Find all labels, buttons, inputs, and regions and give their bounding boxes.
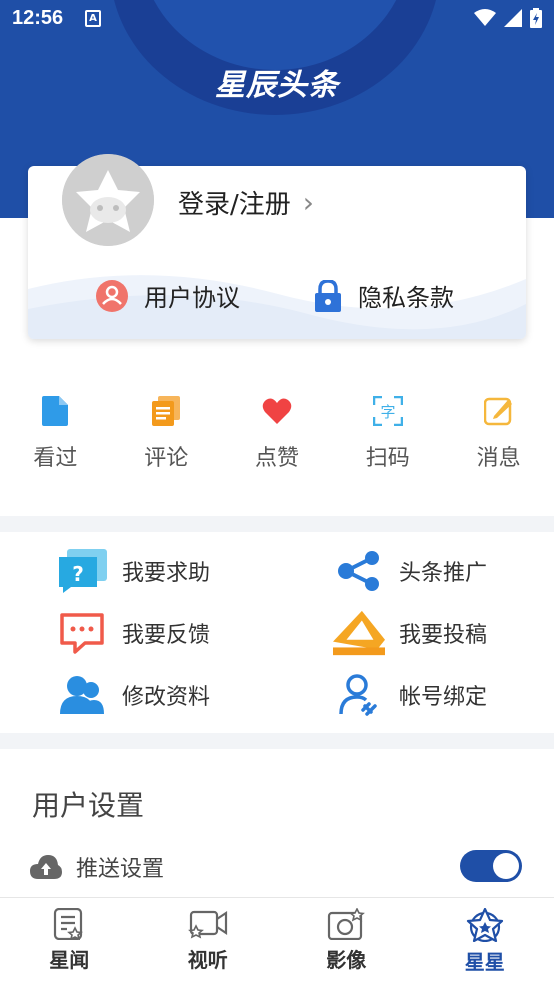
user-link-icon (339, 674, 377, 716)
tab-news[interactable]: 星闻 (0, 898, 139, 984)
camera-icon (328, 908, 366, 940)
push-settings-row: 推送设置 (30, 848, 524, 886)
edit-profile-label: 修改资料 (122, 685, 211, 710)
push-settings-label: 推送设置 (76, 857, 165, 882)
feedback-chat-icon (60, 613, 104, 654)
share-icon (338, 551, 379, 591)
user-agreement-link[interactable]: 用户协议 (96, 278, 240, 313)
video-icon (187, 910, 227, 939)
tab-label: 星星 (464, 950, 505, 974)
cloud-upload-icon (30, 855, 62, 879)
quick-action-label: 点赞 (254, 446, 299, 471)
bottom-tab-bar: 星闻 视听 影像 星星 (0, 897, 554, 984)
comment-doc-icon (152, 396, 181, 426)
tab-stars[interactable]: 星星 (416, 898, 554, 984)
quick-actions: 看过 评论 点赞 字 扫码 消息 (0, 396, 554, 472)
section-divider (0, 516, 554, 532)
privacy-policy-label: 隐私条款 (358, 284, 454, 312)
privacy-policy-link[interactable]: 隐私条款 (314, 278, 454, 313)
user-agreement-label: 用户协议 (144, 284, 240, 312)
quick-action-comments[interactable]: 评论 (111, 396, 222, 472)
tab-label: 星闻 (49, 948, 90, 972)
wifi-icon (474, 9, 496, 26)
quick-action-messages[interactable]: 消息 (443, 396, 554, 472)
heart-icon (262, 398, 292, 424)
news-icon (54, 908, 84, 940)
envelope-send-icon (333, 610, 385, 656)
edit-icon (483, 397, 512, 426)
status-bar: 12:56 A (0, 0, 554, 38)
tab-images[interactable]: 影像 (277, 898, 416, 984)
avatar[interactable] (62, 154, 154, 246)
quick-action-label: 消息 (476, 446, 521, 471)
submit-label: 我要投稿 (399, 623, 488, 648)
bind-account-button[interactable]: 帐号绑定 (333, 672, 487, 718)
lock-icon (315, 279, 341, 312)
document-icon (42, 396, 69, 426)
submit-article-button[interactable]: 我要投稿 (333, 610, 487, 656)
tab-label: 影像 (326, 948, 367, 972)
status-icons (474, 8, 542, 28)
user-agreement-icon (96, 279, 128, 312)
tab-label: 视听 (187, 948, 228, 972)
app-notification-icon: A (85, 10, 101, 27)
brand-logo: 星辰头条 (215, 68, 339, 103)
quick-action-likes[interactable]: 点赞 (222, 396, 333, 472)
settings-title: 用户设置 (32, 789, 145, 822)
quick-action-label: 扫码 (365, 446, 410, 471)
login-register-button[interactable]: 登录/注册 › (178, 184, 314, 221)
push-toggle[interactable] (460, 850, 522, 882)
promote-label: 头条推广 (399, 561, 488, 586)
chevron-right-icon: › (302, 186, 314, 219)
default-avatar-icon (62, 154, 154, 246)
scan-icon: 字 (372, 396, 403, 426)
tab-video[interactable]: 视听 (139, 898, 278, 984)
login-label: 登录/注册 (178, 190, 291, 220)
feedback-label: 我要反馈 (122, 623, 211, 648)
quick-action-viewed[interactable]: 看过 (0, 396, 111, 472)
status-time: 12:56 (12, 7, 64, 29)
battery-icon (530, 8, 542, 28)
quick-action-label: 看过 (33, 446, 78, 471)
svg-text:字: 字 (380, 403, 395, 421)
help-label: 我要求助 (122, 561, 211, 586)
promote-button[interactable]: 头条推广 (333, 548, 487, 594)
quick-action-label: 评论 (144, 446, 189, 471)
signal-icon (504, 9, 522, 27)
star-icon (466, 908, 503, 942)
feedback-button[interactable]: 我要反馈 (56, 610, 210, 656)
quick-action-scan[interactable]: 字 扫码 (332, 396, 443, 472)
section-divider (0, 733, 554, 749)
edit-profile-button[interactable]: 修改资料 (56, 672, 210, 718)
bind-account-label: 帐号绑定 (399, 685, 488, 710)
toggle-knob (493, 853, 519, 879)
user-group-icon (60, 676, 104, 714)
svg-text:?: ? (72, 562, 84, 586)
help-chat-icon: ? (59, 549, 107, 593)
help-request-button[interactable]: ? 我要求助 (56, 548, 210, 594)
